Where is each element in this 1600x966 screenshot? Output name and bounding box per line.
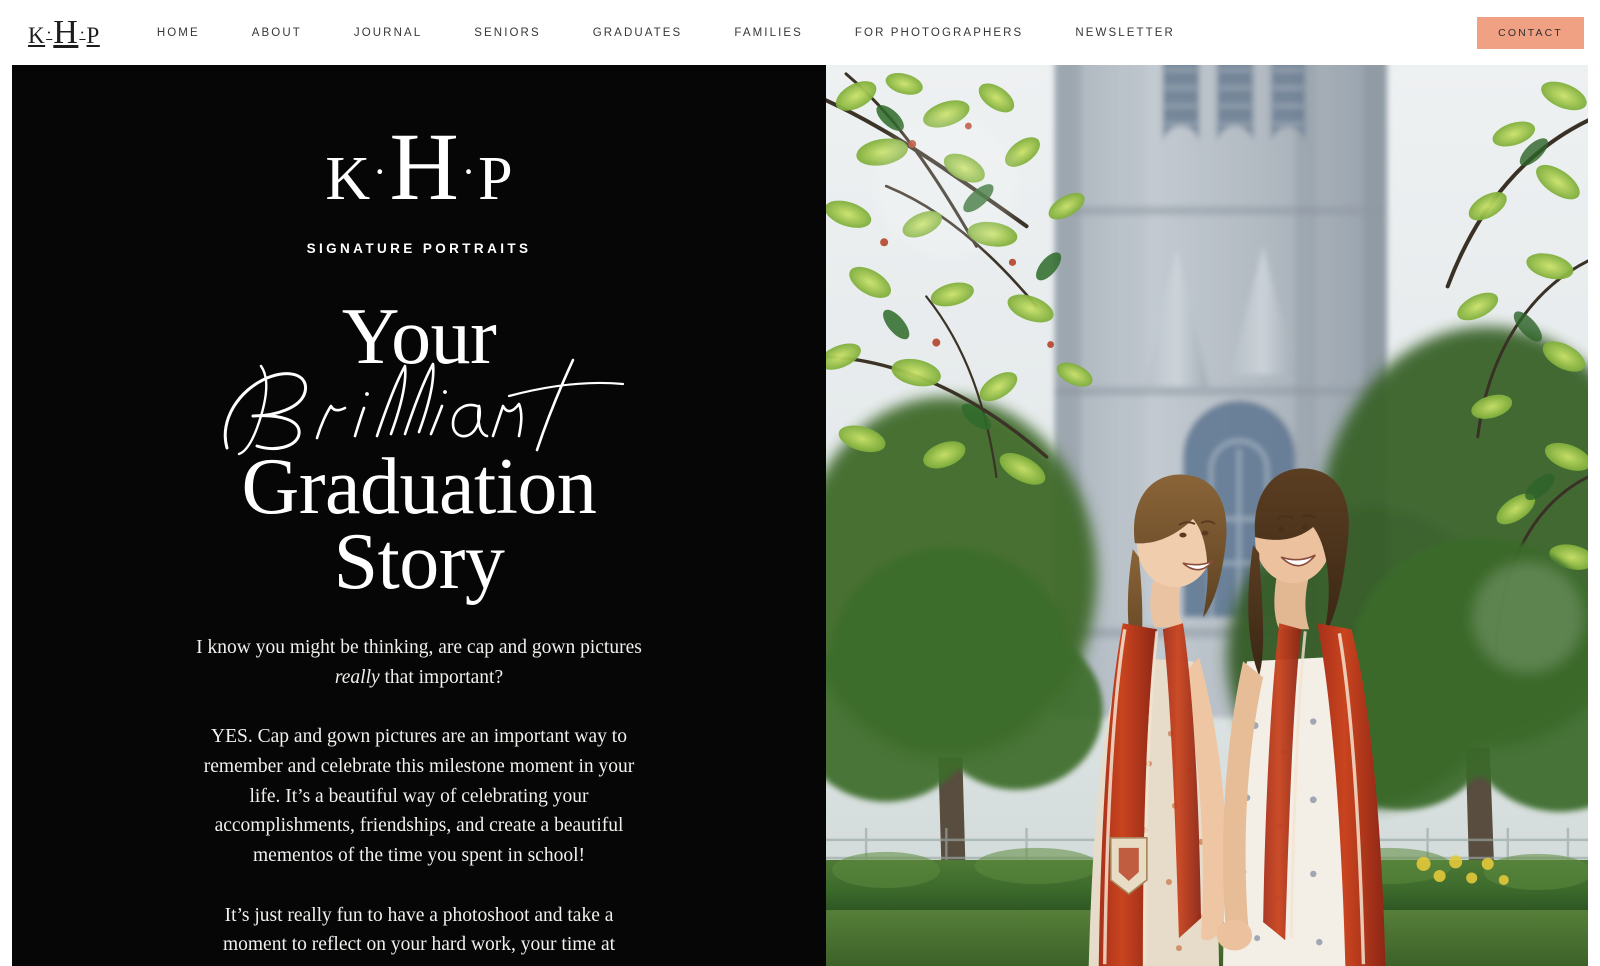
hero-paragraph-3: It’s just really fun to have a photoshoo…	[222, 904, 616, 956]
top-navigation-bar: K · H · P HOME ABOUT JOURNAL SENIORS GRA…	[0, 0, 1600, 65]
brand-logo-dot-1: ·	[46, 22, 53, 42]
hero-body-copy: I know you might be thinking, are cap an…	[195, 633, 643, 960]
hero-photo-panel	[826, 57, 1588, 966]
hero-logo-dot-2: ·	[461, 149, 476, 194]
nav-item-journal[interactable]: JOURNAL	[354, 21, 422, 45]
nav-item-graduates[interactable]: GRADUATES	[593, 21, 683, 45]
headline-line-story: Story	[333, 517, 505, 606]
nav-item-families[interactable]: FAMILIES	[734, 21, 803, 45]
nav-item-seniors[interactable]: SENIORS	[474, 21, 540, 45]
hero-paragraph-1: I know you might be thinking, are cap an…	[195, 633, 643, 692]
brand-logo-letter-h: H	[53, 13, 79, 51]
paragraph-1-part-2: that important?	[379, 666, 504, 688]
brand-logo-dot-2: ·	[79, 22, 86, 42]
paragraph-1-emphasis: really	[334, 666, 380, 688]
contact-button[interactable]: CONTACT	[1477, 17, 1584, 49]
hero-section: K · H · P SIGNATURE PORTRAITS Your Gradu…	[12, 57, 1588, 966]
hero-brand-logo: K · H · P	[325, 119, 512, 215]
primary-nav-links: HOME ABOUT JOURNAL SENIORS GRADUATES FAM…	[157, 21, 1175, 45]
hero-logo-dot-1: ·	[373, 149, 387, 194]
nav-item-home[interactable]: HOME	[157, 21, 200, 45]
nav-item-about[interactable]: ABOUT	[252, 21, 302, 45]
paragraph-1-part-1: I know you might be thinking, are cap an…	[196, 637, 642, 659]
graduation-photo	[826, 57, 1588, 966]
hero-logo-letter-h: H	[389, 113, 459, 220]
hero-text-panel: K · H · P SIGNATURE PORTRAITS Your Gradu…	[12, 57, 826, 966]
headline-line-graduation: Graduation	[241, 443, 597, 532]
brand-logo-letter-k: K	[28, 22, 46, 48]
hero-headline: Your Graduation Story	[12, 293, 826, 606]
nav-item-for-photographers[interactable]: FOR PHOTOGRAPHERS	[855, 21, 1023, 45]
brand-logo[interactable]: K · H · P	[28, 14, 100, 52]
brand-logo-letter-p: P	[86, 22, 100, 48]
hero-paragraph-2: YES. Cap and gown pictures are an import…	[203, 726, 635, 866]
headline-script-spacer	[12, 374, 826, 450]
hero-logo-letter-k: K	[325, 145, 371, 213]
headline-line-your: Your	[341, 293, 497, 381]
hero-tagline: SIGNATURE PORTRAITS	[306, 241, 532, 256]
hero-logo-letter-p: P	[478, 145, 513, 213]
nav-item-newsletter[interactable]: NEWSLETTER	[1075, 21, 1175, 45]
